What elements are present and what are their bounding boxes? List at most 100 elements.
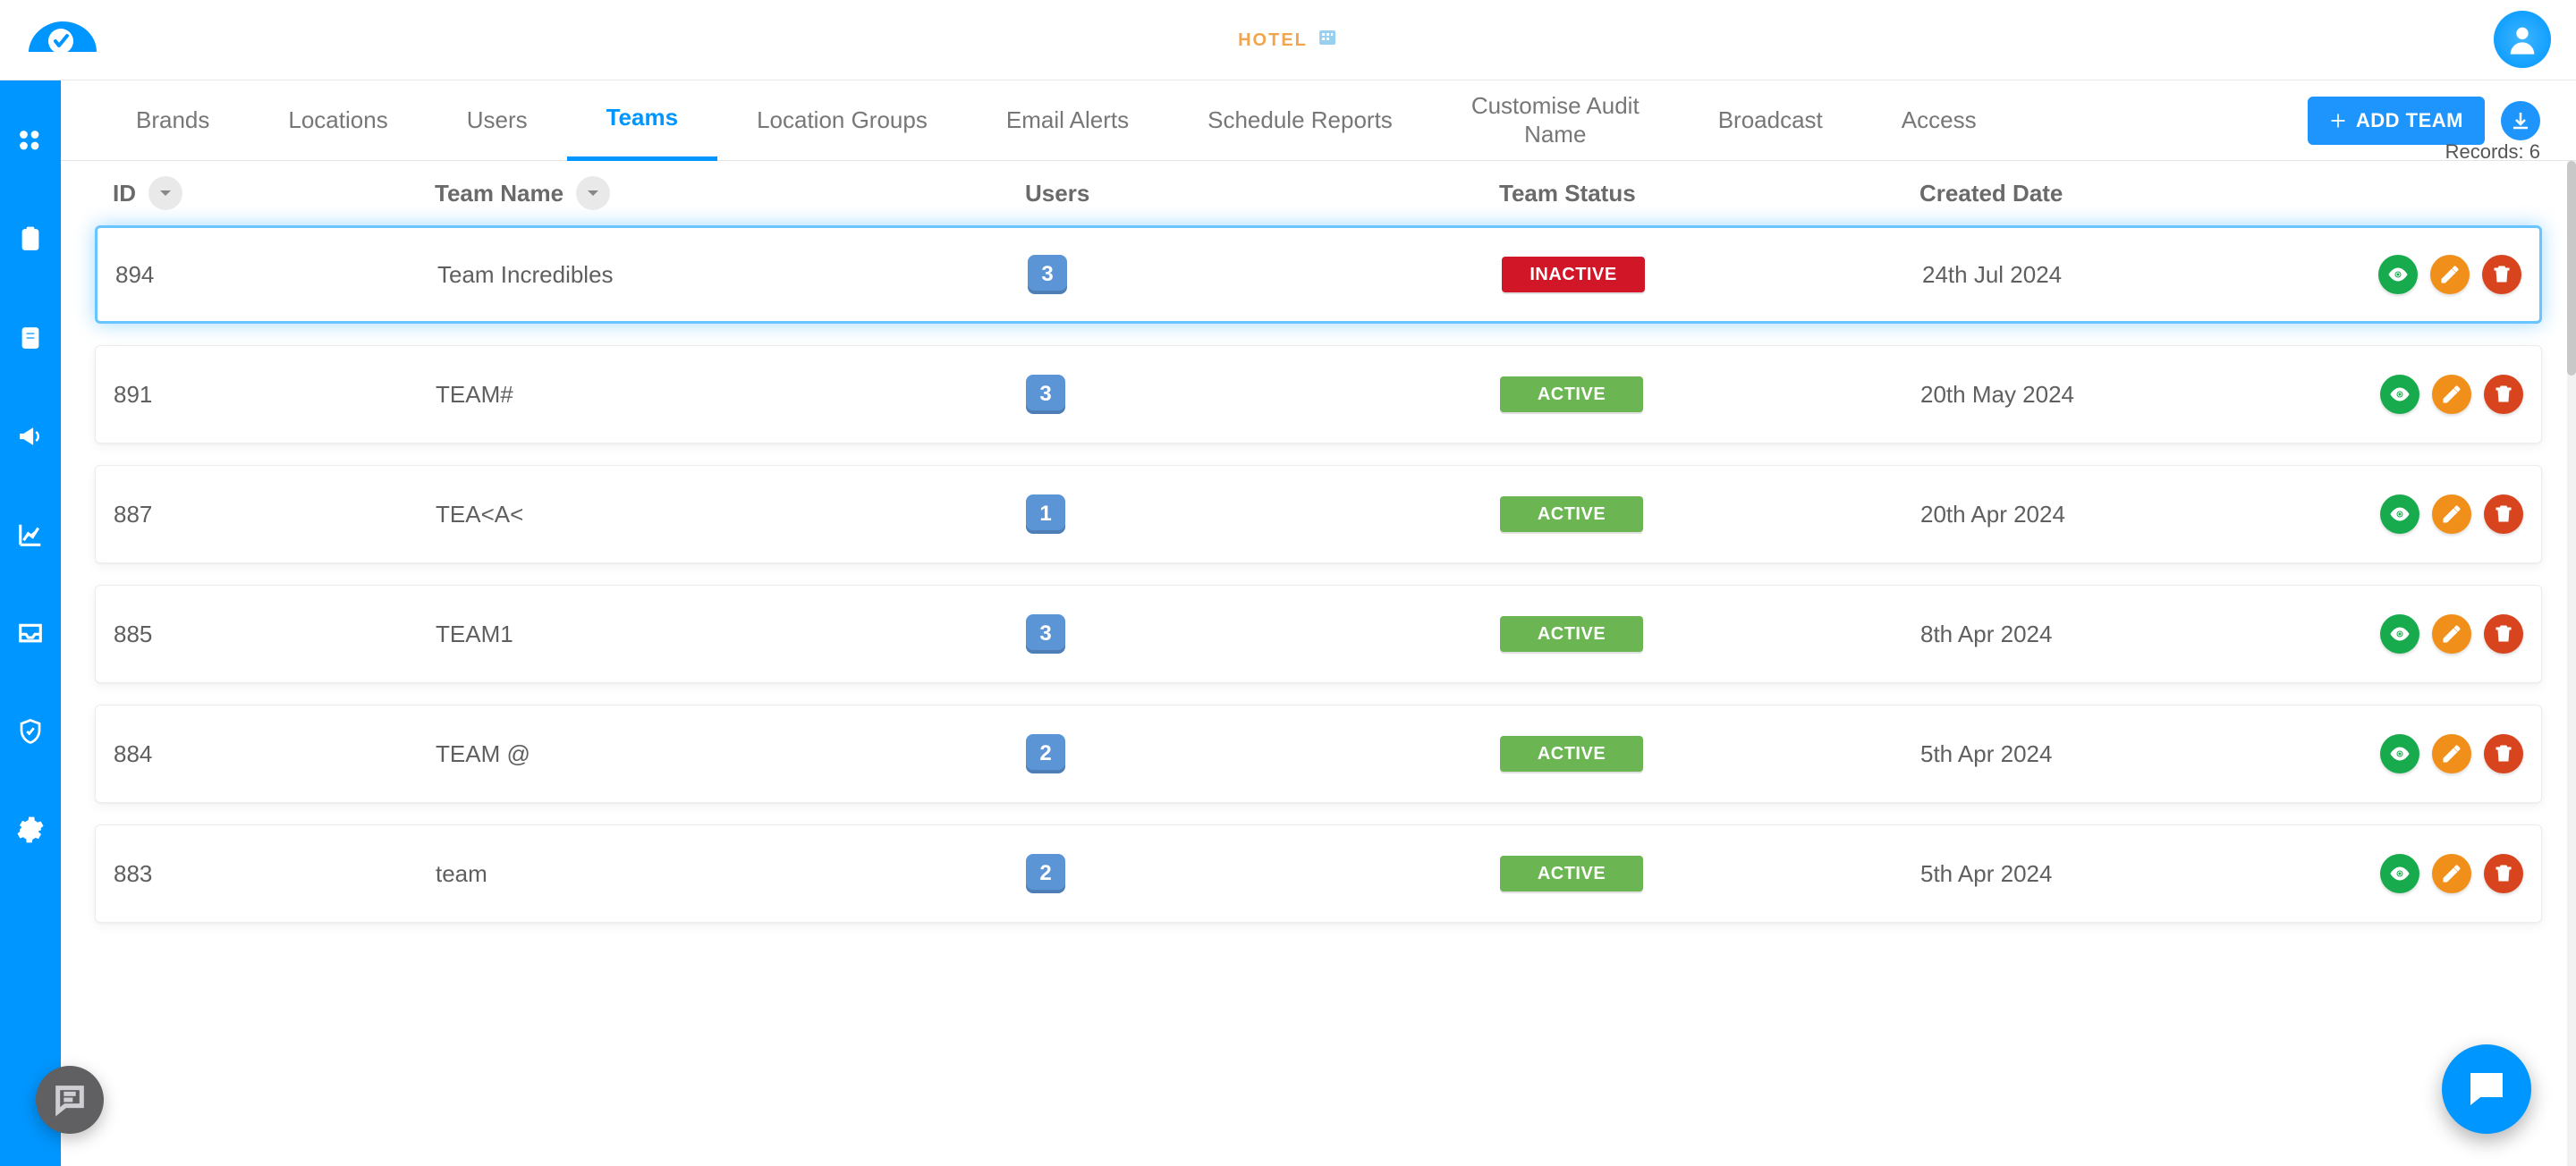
sidebar-item-analytics[interactable] bbox=[13, 517, 48, 553]
sidebar bbox=[0, 80, 61, 1166]
row-date: 24th Jul 2024 bbox=[1922, 261, 2062, 288]
view-button[interactable] bbox=[2380, 734, 2419, 773]
trash-icon bbox=[2493, 743, 2514, 765]
status-badge: ACTIVE bbox=[1500, 736, 1643, 772]
tab-users[interactable]: Users bbox=[428, 80, 567, 161]
status-badge: ACTIVE bbox=[1500, 856, 1643, 891]
row-name: TEA<A< bbox=[436, 501, 523, 528]
help-chat-button[interactable] bbox=[36, 1066, 104, 1134]
table-row[interactable]: 884 TEAM @ 2 ACTIVE 5th Apr 2024 bbox=[95, 705, 2542, 803]
delete-button[interactable] bbox=[2484, 494, 2523, 534]
sort-name-button[interactable] bbox=[576, 176, 610, 210]
chat-lines-icon bbox=[52, 1082, 88, 1118]
edit-button[interactable] bbox=[2432, 734, 2471, 773]
users-badge: 3 bbox=[1028, 255, 1067, 294]
trash-icon bbox=[2493, 503, 2514, 525]
users-badge: 2 bbox=[1026, 734, 1065, 773]
view-button[interactable] bbox=[2380, 854, 2419, 893]
trash-icon bbox=[2493, 623, 2514, 645]
row-date: 8th Apr 2024 bbox=[1920, 621, 2052, 647]
tab-broadcast[interactable]: Broadcast bbox=[1679, 80, 1862, 161]
download-icon bbox=[2510, 110, 2531, 131]
row-date: 5th Apr 2024 bbox=[1920, 740, 2052, 767]
status-badge: ACTIVE bbox=[1500, 496, 1643, 532]
edit-button[interactable] bbox=[2432, 375, 2471, 414]
add-team-label: ADD TEAM bbox=[2356, 109, 2463, 132]
tab-access[interactable]: Access bbox=[1862, 80, 2016, 161]
view-button[interactable] bbox=[2380, 494, 2419, 534]
delete-button[interactable] bbox=[2484, 854, 2523, 893]
caret-down-icon bbox=[586, 188, 600, 199]
table-row[interactable]: 885TEAM13ACTIVE8th Apr 2024 bbox=[95, 585, 2542, 683]
hotel-icon bbox=[1317, 27, 1338, 54]
eye-icon bbox=[2387, 264, 2409, 285]
scrollbar-thumb[interactable] bbox=[2567, 161, 2576, 376]
eye-icon bbox=[2389, 623, 2411, 645]
sidebar-item-settings[interactable] bbox=[13, 812, 48, 848]
sidebar-item-document[interactable] bbox=[13, 320, 48, 356]
download-button[interactable] bbox=[2501, 101, 2540, 140]
table-row[interactable]: 894Team Incredibles3INACTIVE24th Jul 202… bbox=[95, 225, 2542, 324]
brand-center: HOTEL bbox=[1238, 27, 1338, 54]
chat-icon bbox=[2462, 1065, 2511, 1113]
eye-icon bbox=[2389, 743, 2411, 765]
eye-icon bbox=[2389, 384, 2411, 405]
users-badge: 2 bbox=[1026, 854, 1065, 893]
row-name: team bbox=[436, 860, 487, 888]
eye-icon bbox=[2389, 503, 2411, 525]
delete-button[interactable] bbox=[2484, 614, 2523, 654]
users-badge: 3 bbox=[1026, 375, 1065, 414]
row-name: TEAM @ bbox=[436, 740, 530, 768]
column-users-label: Users bbox=[1025, 180, 1089, 207]
view-button[interactable] bbox=[2380, 614, 2419, 654]
sidebar-item-audits[interactable] bbox=[13, 222, 48, 258]
status-badge: ACTIVE bbox=[1500, 376, 1643, 412]
eye-icon bbox=[2389, 863, 2411, 884]
trash-icon bbox=[2491, 264, 2512, 285]
delete-button[interactable] bbox=[2484, 734, 2523, 773]
edit-button[interactable] bbox=[2432, 854, 2471, 893]
app-logo[interactable] bbox=[21, 13, 102, 74]
sidebar-item-inbox[interactable] bbox=[13, 615, 48, 651]
view-button[interactable] bbox=[2378, 255, 2418, 294]
view-button[interactable] bbox=[2380, 375, 2419, 414]
sidebar-item-dashboard[interactable] bbox=[13, 123, 48, 159]
user-avatar[interactable] bbox=[2494, 11, 2551, 68]
row-id: 885 bbox=[114, 621, 152, 648]
row-id: 884 bbox=[114, 740, 152, 768]
add-team-button[interactable]: ADD TEAM bbox=[2308, 97, 2485, 145]
row-name: TEAM# bbox=[436, 381, 513, 409]
pencil-icon bbox=[2441, 743, 2462, 765]
trash-icon bbox=[2493, 863, 2514, 884]
table-row[interactable]: 891TEAM#3ACTIVE20th May 2024 bbox=[95, 345, 2542, 444]
column-id-label: ID bbox=[113, 180, 136, 207]
delete-button[interactable] bbox=[2482, 255, 2521, 294]
pencil-icon bbox=[2441, 384, 2462, 405]
tab-email-alerts[interactable]: Email Alerts bbox=[967, 80, 1168, 161]
topbar: HOTEL bbox=[0, 0, 2576, 80]
table-row[interactable]: 887TEA<A<1ACTIVE20th Apr 2024 bbox=[95, 465, 2542, 563]
scrollbar[interactable] bbox=[2567, 161, 2576, 1166]
edit-button[interactable] bbox=[2432, 494, 2471, 534]
tab-locations[interactable]: Locations bbox=[249, 80, 427, 161]
pencil-icon bbox=[2441, 623, 2462, 645]
delete-button[interactable] bbox=[2484, 375, 2523, 414]
sort-id-button[interactable] bbox=[148, 176, 182, 210]
tab-location-groups[interactable]: Location Groups bbox=[717, 80, 967, 161]
tab-customise-audit-name[interactable]: Customise Audit Name bbox=[1432, 80, 1679, 161]
table-row[interactable]: 883team2ACTIVE5th Apr 2024 bbox=[95, 824, 2542, 923]
support-chat-button[interactable] bbox=[2442, 1044, 2531, 1134]
sidebar-item-announce[interactable] bbox=[13, 418, 48, 454]
edit-button[interactable] bbox=[2430, 255, 2470, 294]
edit-button[interactable] bbox=[2432, 614, 2471, 654]
column-status-label: Team Status bbox=[1499, 180, 1636, 207]
table-header: ID Team Name Users Team Status Created D… bbox=[95, 161, 2542, 225]
tab-teams[interactable]: Teams bbox=[567, 80, 717, 161]
sidebar-item-security[interactable] bbox=[13, 714, 48, 749]
row-id: 883 bbox=[114, 860, 152, 888]
tab-schedule-reports[interactable]: Schedule Reports bbox=[1168, 80, 1432, 161]
tab-brands[interactable]: Brands bbox=[97, 80, 249, 161]
users-badge: 3 bbox=[1026, 614, 1065, 654]
plus-icon bbox=[2329, 112, 2347, 130]
row-name: Team Incredibles bbox=[437, 261, 614, 289]
